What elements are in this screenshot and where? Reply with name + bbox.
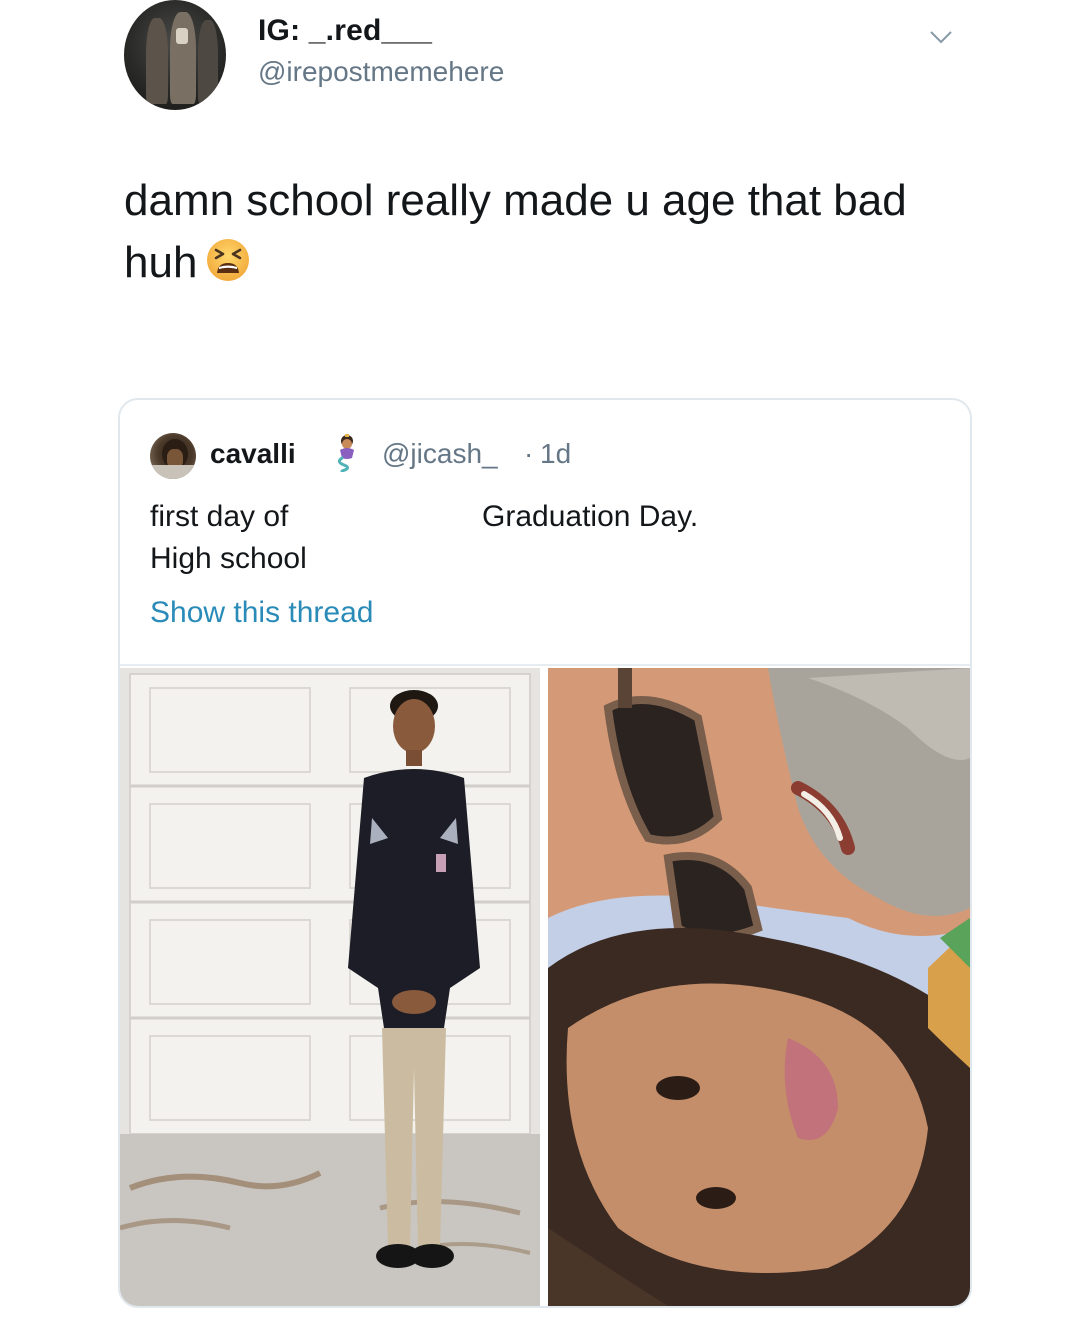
tweet-text: damn school really made u age that bad h…: [124, 170, 984, 300]
quoted-author-handle[interactable]: @jicash_: [382, 438, 498, 470]
tired-face-emoji-icon: [205, 237, 251, 300]
show-thread-link[interactable]: Show this thread: [150, 596, 373, 630]
genie-emoji-icon: [337, 434, 354, 472]
caption-first-day: first day of High school: [150, 500, 307, 575]
caption-graduation: Graduation Day.: [482, 500, 699, 533]
selfie-photo[interactable]: [548, 668, 970, 1306]
quoted-tweet-card[interactable]: cavalli @jicash_ · 1d first day of High …: [118, 398, 972, 1308]
quoted-tweet-time[interactable]: 1d: [540, 438, 571, 470]
boy-in-uniform-photo[interactable]: [120, 668, 540, 1306]
divider: [120, 664, 970, 666]
author-display-name[interactable]: IG: _.red___: [258, 14, 432, 48]
separator-dot: ·: [524, 438, 534, 469]
chevron-down-icon[interactable]: [926, 22, 956, 52]
photo-gap: [540, 668, 548, 1306]
quoted-author-avatar[interactable]: [150, 433, 196, 479]
quoted-author-name[interactable]: cavalli: [210, 438, 296, 470]
author-avatar[interactable]: [124, 0, 226, 110]
author-handle[interactable]: @irepostmemehere: [258, 56, 504, 88]
